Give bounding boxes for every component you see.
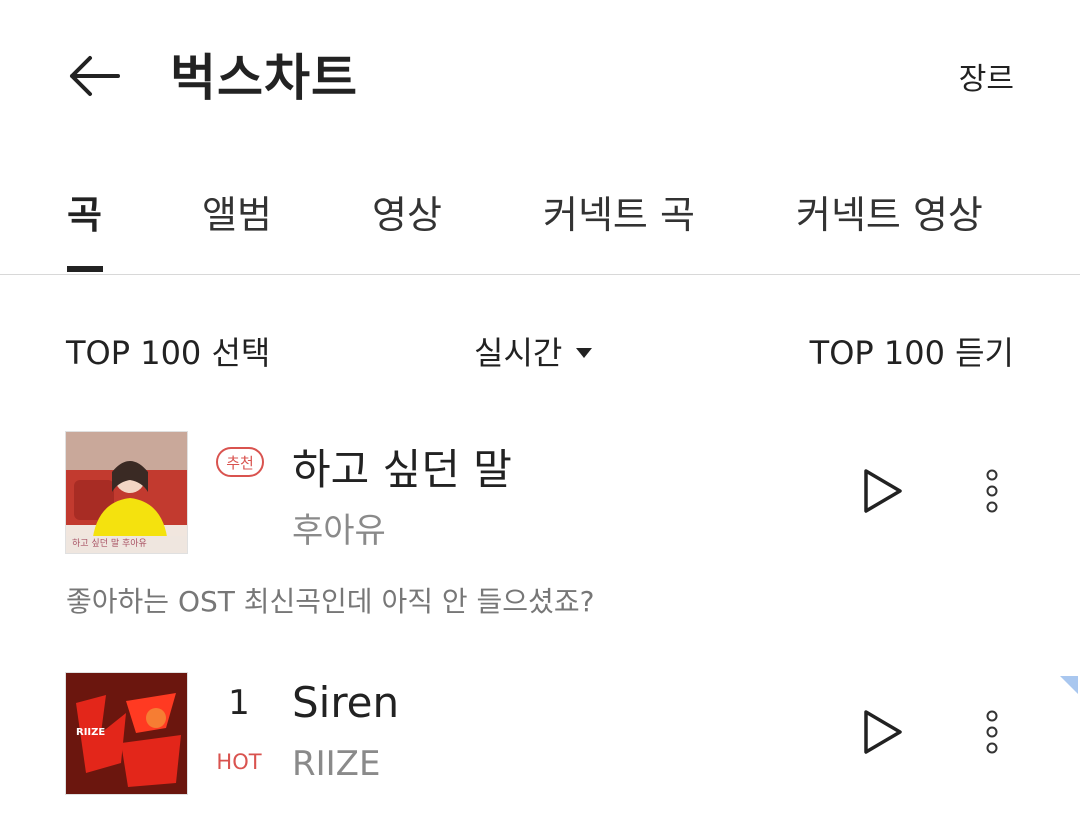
album-cover-siren[interactable]: RIIZE: [65, 672, 188, 795]
tab-bar: 곡 앨범 영상 커넥트 곡 커넥트 영상: [0, 170, 1080, 275]
more-options-button[interactable]: [970, 465, 1014, 517]
active-tab-indicator: [67, 266, 103, 272]
caret-down-icon: [576, 348, 593, 358]
tab-connect-videos[interactable]: 커넥트 영상: [796, 184, 983, 239]
play-icon: [864, 469, 902, 513]
period-dropdown[interactable]: 실시간: [474, 328, 593, 374]
tab-videos[interactable]: 영상: [372, 184, 442, 239]
album-art-caption: RIIZE: [76, 727, 106, 738]
play-icon: [864, 710, 902, 754]
song-title[interactable]: Siren: [292, 678, 399, 727]
scroll-indicator: [1060, 676, 1078, 694]
play-button[interactable]: [856, 465, 908, 517]
recommendation-description: 좋아하는 OST 최신곡인데 아직 안 들으셨죠?: [66, 585, 595, 618]
song-title[interactable]: 하고 싶던 말: [292, 436, 512, 497]
tab-albums[interactable]: 앨범: [202, 184, 272, 239]
album-art-caption: 하고 싶던 말 후아유: [72, 539, 147, 549]
more-vertical-icon: [986, 710, 998, 754]
chart-controls: TOP 100 선택 실시간 TOP 100 듣기: [0, 320, 1080, 380]
more-vertical-icon: [986, 469, 998, 513]
album-cover-recommended[interactable]: 하고 싶던 말 후아유: [65, 431, 188, 554]
genre-button[interactable]: 장르: [959, 54, 1014, 98]
arrow-left-icon: [70, 56, 120, 96]
artist-name[interactable]: 후아유: [292, 503, 386, 552]
more-options-button[interactable]: [970, 706, 1014, 758]
tab-connect-songs[interactable]: 커넥트 곡: [543, 184, 695, 239]
page-title: 벅스차트: [170, 49, 358, 107]
recommended-badge: 추천: [216, 447, 264, 477]
album-art-image: [66, 432, 187, 553]
period-label: 실시간: [474, 334, 563, 372]
artist-name[interactable]: RIIZE: [292, 744, 380, 784]
hot-badge: HOT: [216, 750, 262, 774]
chart-rank: 1: [228, 683, 250, 723]
back-button[interactable]: [62, 48, 126, 104]
app-header: 벅스차트 장르: [0, 0, 1080, 150]
top100-select-button[interactable]: TOP 100 선택: [66, 328, 270, 374]
play-button[interactable]: [856, 706, 908, 758]
tab-songs[interactable]: 곡: [67, 184, 102, 239]
top100-listen-button[interactable]: TOP 100 듣기: [810, 328, 1014, 374]
